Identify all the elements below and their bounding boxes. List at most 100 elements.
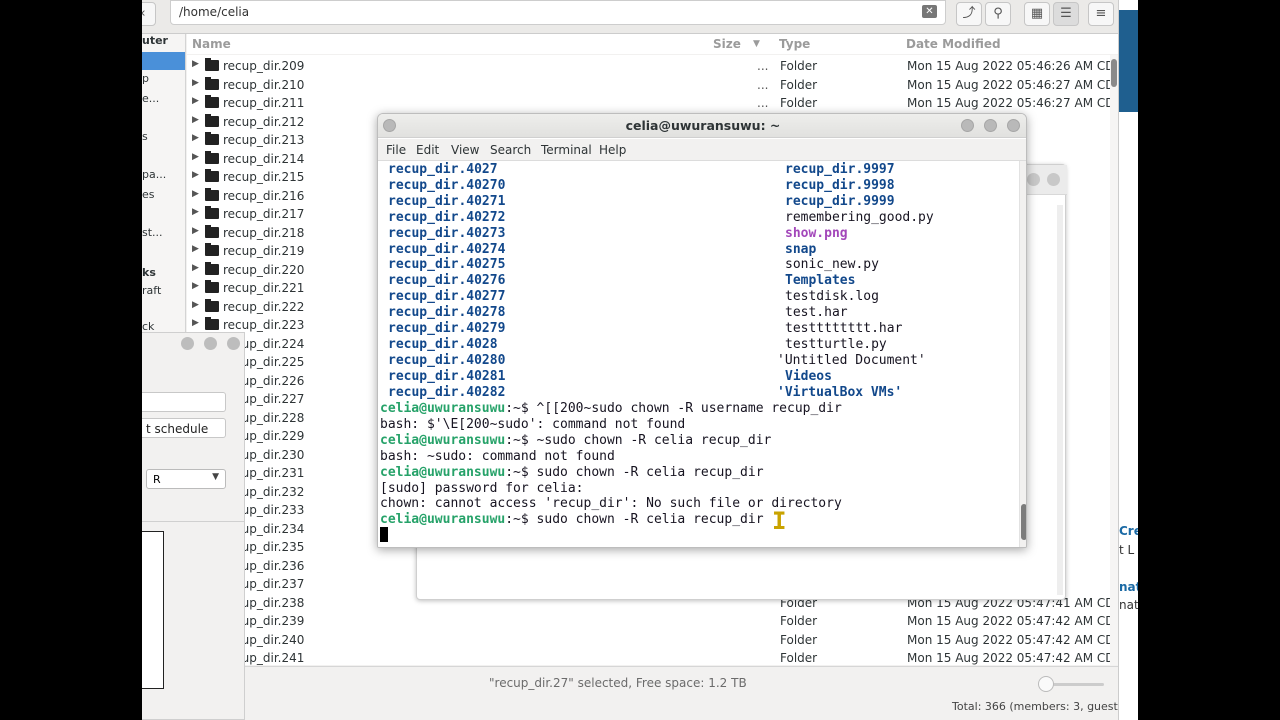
window-close-icon[interactable] [227,337,240,350]
command-text: :~$ ^[[200~sudo chown -R username recup_… [505,401,842,416]
menu-file[interactable]: File [386,143,406,157]
sidebar-item-label[interactable]: p [142,72,149,85]
expand-arrow-icon[interactable]: ▶ [192,115,199,125]
folder-icon [205,261,219,275]
sidebar-item-label[interactable]: ks [142,266,156,279]
sort-down-icon[interactable]: ▼ [753,39,760,49]
file-row[interactable]: ▶recup_dir.240FolderMon 15 Aug 2022 05:4… [187,631,1122,649]
back-button[interactable]: ‹ [142,2,156,26]
status-text: "recup_dir.27" selected, Free space: 1.2… [489,676,747,690]
dialog-schedule-field[interactable]: t schedule [142,418,226,438]
dialog-combo[interactable]: R ▼ [146,469,226,489]
expand-arrow-icon[interactable]: ▶ [192,207,199,217]
listing-entry: recup_dir.40272 [388,209,506,225]
folder-icon [205,298,219,312]
grid-view-icon[interactable]: ▦ [1024,2,1050,26]
listing-entry: recup_dir.40278 [388,305,506,321]
scrollbar-thumb[interactable] [1021,504,1026,540]
window-minimize-icon[interactable] [961,119,974,132]
window-maximize-icon[interactable] [984,119,997,132]
menu-search[interactable]: Search [490,143,531,157]
column-date[interactable]: Date Modified [906,37,1001,51]
column-type[interactable]: Type [779,37,810,51]
expand-arrow-icon[interactable]: ▶ [192,133,199,143]
expand-arrow-icon[interactable]: ▶ [192,59,199,69]
background-window-scrollbar[interactable] [1057,205,1063,595]
sidebar-item-label[interactable]: st... [142,226,163,239]
thumbnail-preview [142,531,164,689]
location-entry[interactable]: /home/celia ✕ [170,0,946,25]
right-window-text: nat [1119,598,1138,612]
listing-entry: test.har [785,305,848,321]
file-type: Folder [780,96,818,110]
expand-arrow-icon[interactable]: ▶ [192,281,199,291]
terminal-icon [383,119,396,132]
sidebar-item-label[interactable]: es [142,188,155,201]
sidebar-item-label[interactable]: uter [142,34,168,47]
terminal-title: celia@uwuransuwu: ~ [625,118,781,133]
expand-arrow-icon[interactable]: ▶ [192,300,199,310]
menu-view[interactable]: View [451,143,479,157]
window-close-icon[interactable] [1007,119,1020,132]
file-row[interactable]: ▶ recup_dir.210... Folder Mon 15 Aug 2022 0… [187,76,1122,94]
file-row[interactable]: ▶recup_dir.241FolderMon 15 Aug 2022 05:4… [187,649,1122,667]
output-line: bash: ~sudo: command not found [380,449,615,465]
expand-arrow-icon[interactable]: ▶ [192,152,199,162]
output-text: bash: ~sudo: command not found [380,448,615,464]
terminal-output[interactable]: recup_dir.4027 recup_dir.40270 recup_dir.4… [378,161,1018,547]
file-row[interactable]: ▶recup_dir.239FolderMon 15 Aug 2022 05:4… [187,612,1122,630]
sidebar-item-label[interactable]: pa... [142,168,166,181]
terminal-scrollbar[interactable] [1019,161,1026,547]
terminal-titlebar[interactable]: celia@uwuransuwu: ~ [378,114,1026,138]
window-maximize-icon[interactable] [204,337,217,350]
sidebar-item-label[interactable]: e... [142,92,159,105]
expand-arrow-icon[interactable]: ▶ [192,96,199,106]
file-type: Folder [780,59,818,73]
listing-entry: recup_dir.40275 [388,257,506,273]
dialog-schedule-label: t schedule [146,422,209,436]
sidebar-item-label[interactable]: raft [142,284,161,297]
sidebar-item-label[interactable]: s [142,130,148,143]
menu-icon[interactable]: ≡ [1088,2,1114,26]
menu-terminal[interactable]: Terminal [541,143,592,157]
clear-icon[interactable]: ✕ [922,5,937,18]
prompt-line: celia@uwuransuwu:~$ sudo chown -R celia … [380,465,764,481]
file-row[interactable]: ▶ recup_dir.211... Folder Mon 15 Aug 2022 0… [187,94,1122,112]
file-name: recup_dir.214 [223,151,305,166]
scrollbar-thumb[interactable] [1111,59,1117,87]
listing-entry: recup_dir.40281 [388,368,506,384]
expand-arrow-icon[interactable]: ▶ [192,226,199,236]
column-size[interactable]: Size [713,37,741,51]
window-minimize-icon[interactable] [181,337,194,350]
expand-arrow-icon[interactable]: ▶ [192,170,199,180]
listing-entry: recup_dir.40270 [388,177,506,193]
expand-arrow-icon[interactable]: ▶ [192,189,199,199]
expand-arrow-icon[interactable]: ▶ [192,263,199,273]
dialog-field[interactable] [142,392,226,412]
zoom-slider-knob[interactable] [1038,676,1054,692]
command-text: :~$ sudo chown -R celia recup_dir [505,512,764,528]
expand-arrow-icon[interactable]: ▶ [192,244,199,254]
ibeam-cursor-icon: I [772,507,787,535]
column-name[interactable]: Name [192,37,231,51]
menu-help[interactable]: Help [599,143,626,157]
expand-arrow-icon[interactable]: ▶ [192,78,199,88]
expand-arrow-icon[interactable]: ▶ [192,318,199,328]
listing-entry: 'Untitled Document' [777,352,926,368]
file-row[interactable]: ▶ recup_dir.209... Folder Mon 15 Aug 2022 0… [187,57,1122,75]
sidebar-selected-item[interactable] [142,52,185,70]
file-name: recup_dir.220 [223,262,305,277]
listing-entry: recup_dir.40271 [388,193,506,209]
listing-entry: remembering_good.py [785,209,934,225]
bookmark-icon[interactable]: ⤴ [956,2,982,26]
prompt: celia@uwuransuwu [380,432,506,448]
file-size: ... [757,96,769,110]
menu-edit[interactable]: Edit [416,143,439,157]
folder-icon [205,280,219,293]
window-close-icon[interactable] [1047,173,1060,186]
window-maximize-icon[interactable] [1027,173,1040,186]
file-list-scrollbar[interactable] [1110,55,1118,665]
search-icon[interactable]: ⚲ [985,2,1011,26]
folder-icon [205,95,219,108]
list-view-icon[interactable]: ☰ [1053,2,1079,26]
